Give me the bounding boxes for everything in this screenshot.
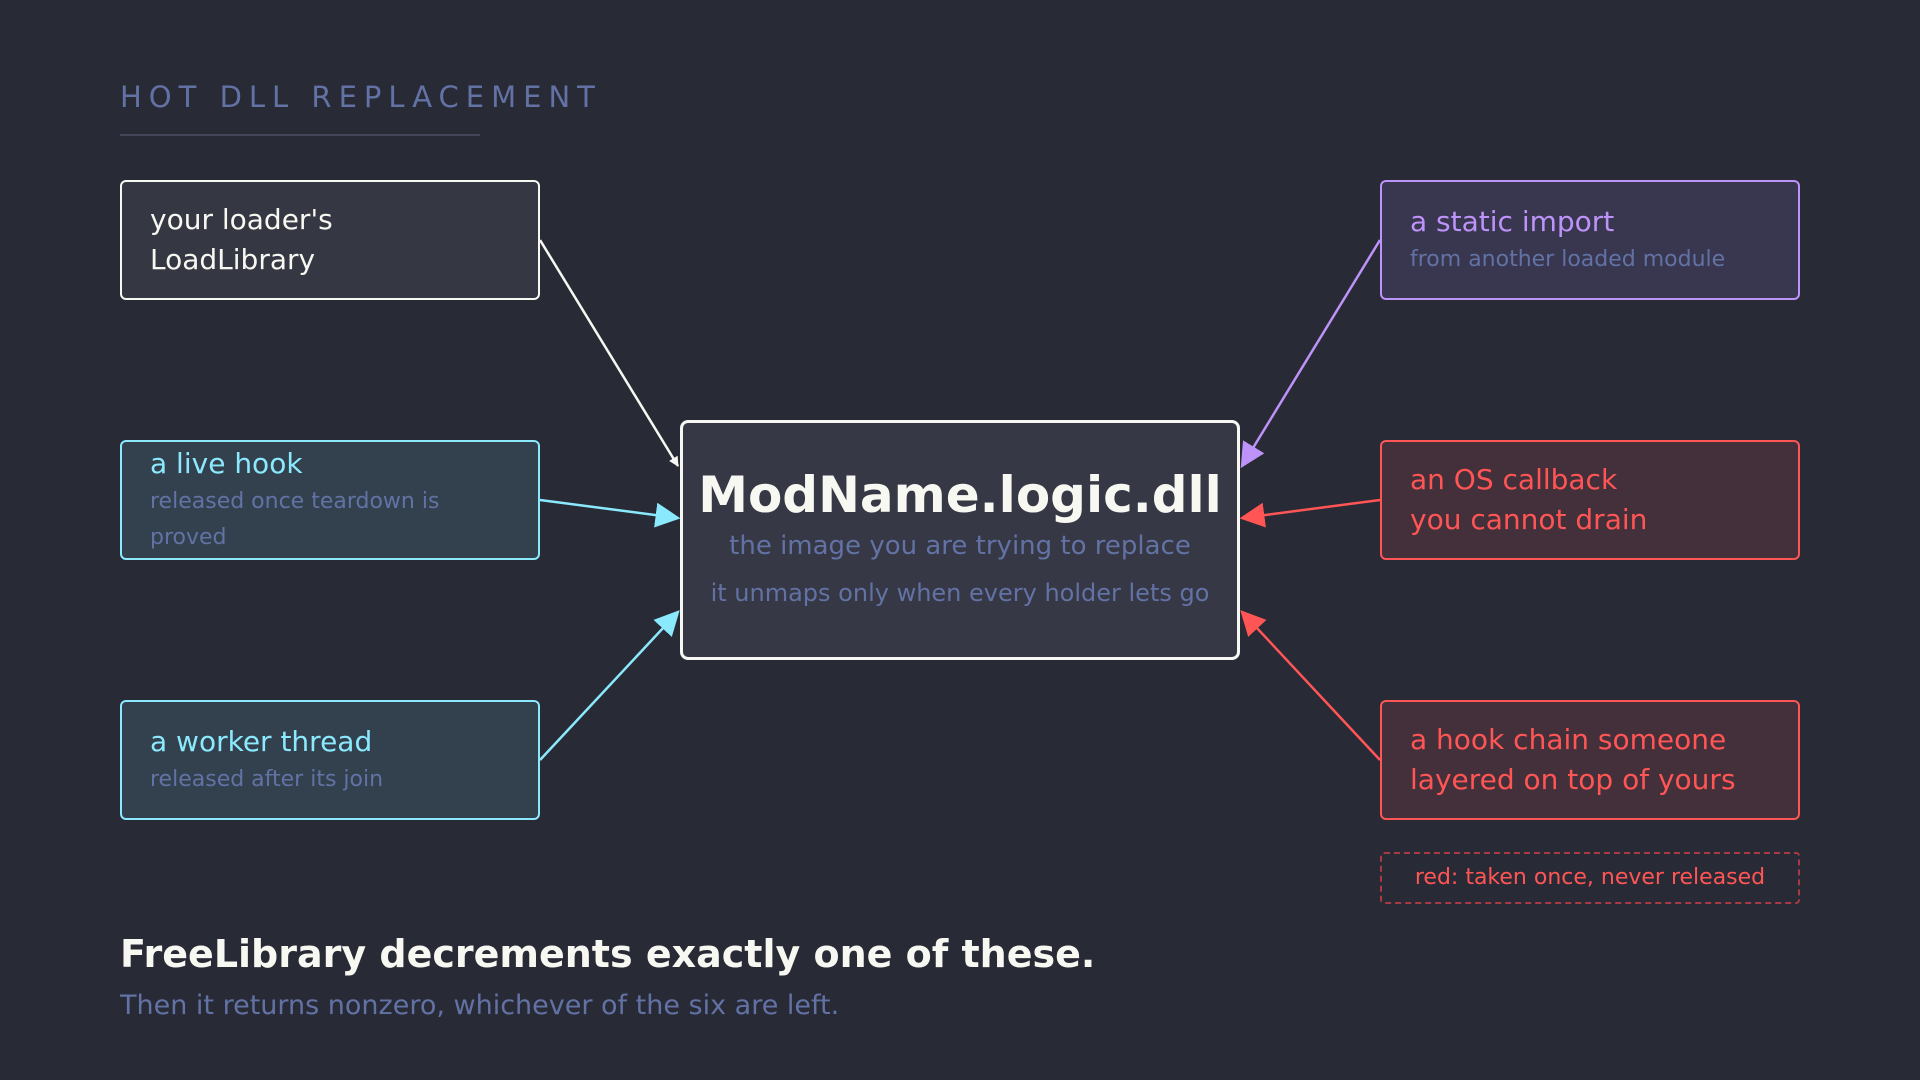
footer-subtitle: Then it returns nonzero, whichever of th… [120, 990, 840, 1021]
holder-title: a worker thread [150, 725, 373, 758]
holder-loader: your loader's LoadLibrary [120, 180, 540, 300]
holder-worker-thread: a worker thread released after its join [120, 700, 540, 820]
holder-live-hook: a live hook released once teardown is pr… [120, 440, 540, 560]
footer-title: FreeLibrary decrements exactly one of th… [120, 932, 1096, 976]
holder-title: a hook chain someone layered on top of y… [1410, 723, 1736, 796]
arrow-hook-chain [1240, 610, 1381, 761]
holder-subtitle: released once teardown is proved [150, 489, 440, 550]
holder-title: a static import [1410, 205, 1615, 238]
holder-subtitle: from another loaded module [1410, 247, 1726, 272]
holder-subtitle: released after its join [150, 767, 384, 792]
holder-title: an OS callback you cannot drain [1410, 463, 1648, 536]
dll-node: ModName.logic.dll the image you are tryi… [680, 420, 1240, 660]
arrow-os-callback [1239, 498, 1381, 528]
holder-hook-chain: a hook chain someone layered on top of y… [1380, 700, 1800, 820]
holder-static-import: a static import from another loaded modu… [1380, 180, 1800, 300]
holder-title: your loader's LoadLibrary [150, 203, 333, 276]
holder-title: a live hook [150, 447, 303, 480]
dll-subtitle: the image you are trying to replace [729, 531, 1191, 561]
arrow-static-import [1240, 239, 1382, 469]
arrow-live-hook [539, 498, 681, 528]
arrow-worker-thread [539, 610, 680, 761]
legend-red: red: taken once, never released [1380, 852, 1800, 904]
holder-os-callback: an OS callback you cannot drain [1380, 440, 1800, 560]
dll-name: ModName.logic.dll [698, 466, 1222, 524]
dll-note: it unmaps only when every holder lets go [710, 579, 1210, 607]
arrow-loader [538, 239, 680, 467]
